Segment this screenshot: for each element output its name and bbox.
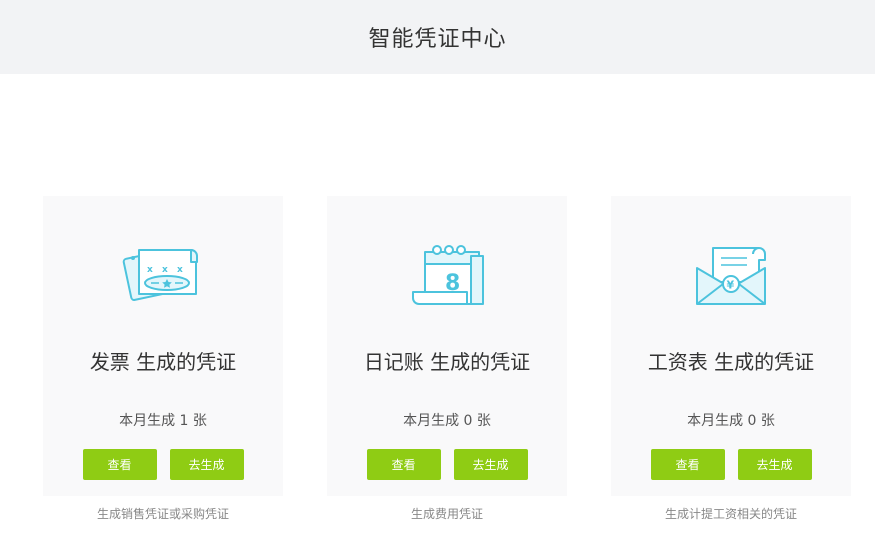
svg-text:¥: ¥ (727, 279, 735, 292)
card-monthly-count: 本月生成 1 张 (119, 413, 207, 429)
card-description: 生成销售凭证或采购凭证 (96, 507, 229, 521)
card-title: 工资表 生成的凭证 (647, 350, 815, 374)
page-title: 智能凭证中心 (368, 27, 507, 52)
generate-button[interactable]: 去生成 (453, 449, 528, 480)
generate-button[interactable]: 去生成 (737, 449, 812, 480)
card-description: 生成计提工资相关的凭证 (664, 507, 797, 521)
card-salary: ¥ 工资表 生成的凭证 本月生成 0 张 查看 去生成 生成计提工资相关的凭证 (611, 196, 851, 522)
card-body: ¥ 工资表 生成的凭证 本月生成 0 张 查看 去生成 (611, 196, 851, 496)
card-description: 生成费用凭证 (410, 507, 483, 521)
card-monthly-count: 本月生成 0 张 (403, 413, 491, 429)
svg-text:8: 8 (445, 271, 460, 296)
card-body: x x x 发票 生成的凭证 本月生成 1 张 查看 去生成 (43, 196, 283, 496)
page-header: 智能凭证中心 (0, 0, 875, 74)
view-button[interactable]: 查看 (650, 449, 725, 480)
svg-text:x: x (177, 265, 183, 275)
salary-envelope-icon: ¥ (696, 247, 766, 305)
card-title: 日记账 生成的凭证 (363, 350, 531, 374)
view-button[interactable]: 查看 (366, 449, 441, 480)
card-body: 8 日记账 生成的凭证 本月生成 0 张 查看 去生成 (327, 196, 567, 496)
card-actions: 查看 去生成 (611, 449, 851, 480)
generate-button[interactable]: 去生成 (169, 449, 244, 480)
card-monthly-count: 本月生成 0 张 (687, 413, 775, 429)
svg-text:x: x (147, 265, 153, 275)
journal-calendar-icon: 8 (412, 245, 484, 305)
view-button[interactable]: 查看 (82, 449, 157, 480)
card-journal: 8 日记账 生成的凭证 本月生成 0 张 查看 去生成 生成费用凭证 (327, 196, 567, 522)
card-invoice: x x x 发票 生成的凭证 本月生成 1 张 查看 去生成 生成销售凭证或采购… (43, 196, 283, 522)
card-title: 发票 生成的凭证 (89, 350, 237, 374)
card-actions: 查看 去生成 (327, 449, 567, 480)
invoice-icon: x x x (122, 249, 198, 301)
svg-text:x: x (162, 265, 168, 275)
card-actions: 查看 去生成 (43, 449, 283, 480)
